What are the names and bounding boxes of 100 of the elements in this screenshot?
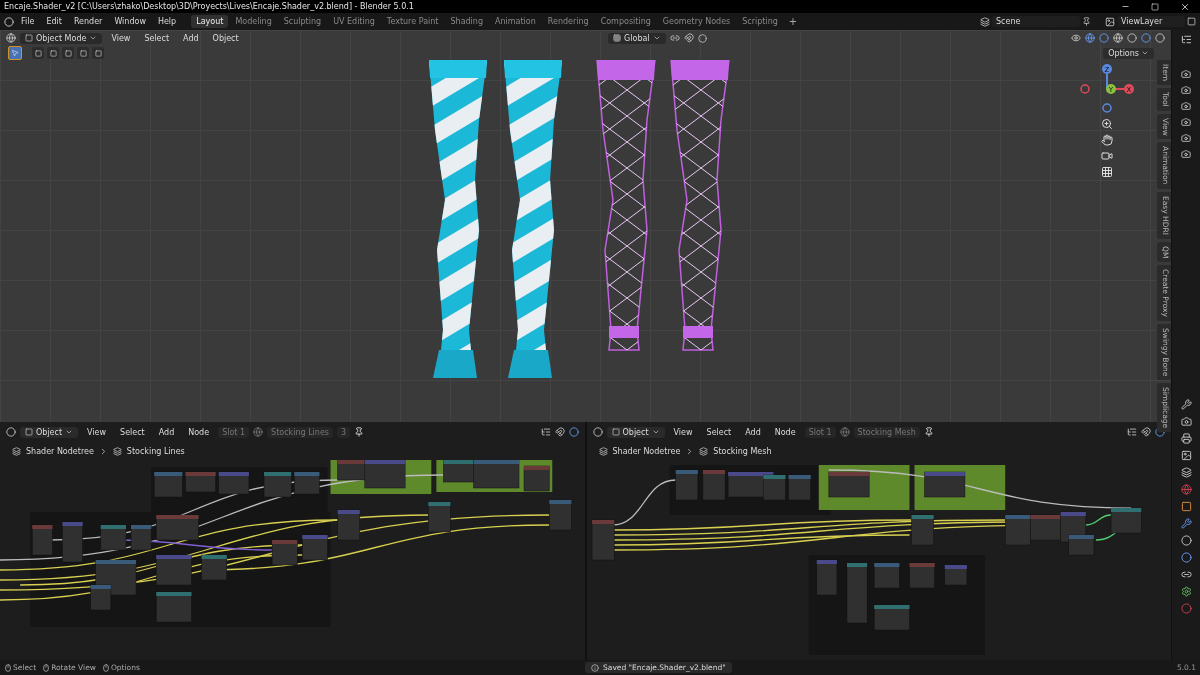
scene-icon[interactable] [980,16,990,27]
output-icon[interactable] [1180,433,1192,444]
mode-dropdown[interactable]: Object Mode [20,32,103,44]
object-dropdown[interactable]: Object [20,426,79,438]
node[interactable] [185,471,216,493]
workspace-tab[interactable]: Compositing [595,15,656,28]
node[interactable] [910,514,934,546]
node[interactable] [816,559,837,596]
node[interactable] [873,562,900,589]
user-count[interactable]: 3 [337,426,351,438]
node[interactable] [873,604,910,631]
parent-icon[interactable] [1127,427,1137,437]
object-icon[interactable] [1180,501,1192,512]
workspace-tab[interactable]: Sculpting [278,15,327,28]
node-tree-icon[interactable] [112,446,122,456]
selection-mode-icon[interactable] [77,47,89,59]
workspace-tab[interactable]: Scripting [737,15,783,28]
pin-icon[interactable] [354,427,365,437]
workspace-tab[interactable]: UV Editing [328,15,380,28]
workspace-tab[interactable]: Modeling [230,15,277,28]
add-workspace-button[interactable]: + [784,16,802,27]
node[interactable] [100,524,127,551]
camera-icon[interactable] [1181,101,1191,111]
workspace-tab[interactable]: Texture Paint [381,15,444,28]
node[interactable] [62,521,83,563]
node-tree-icon[interactable] [598,446,608,456]
node[interactable] [473,460,520,489]
node[interactable] [787,474,811,501]
node[interactable] [923,471,965,498]
camera-icon[interactable] [1181,85,1191,95]
breadcrumb-item[interactable]: Shader Nodetree [612,446,681,456]
node[interactable] [1004,514,1031,546]
menu-item[interactable]: Add [178,33,204,43]
node[interactable] [828,471,869,498]
node[interactable] [218,471,250,495]
menu-item[interactable]: Node [769,427,801,437]
node[interactable] [302,534,328,561]
node[interactable] [1067,534,1094,556]
menu-item[interactable]: Select [139,33,175,43]
node[interactable] [155,514,199,541]
node[interactable] [155,591,192,623]
snap-icon[interactable] [1141,427,1151,437]
node[interactable] [702,469,725,501]
breadcrumb-item[interactable]: Stocking Mesh [713,446,772,456]
node[interactable] [155,554,192,586]
scene-icon[interactable] [1180,467,1192,478]
snap-icon[interactable] [554,427,565,437]
pin-icon[interactable] [923,427,934,437]
node[interactable] [337,509,360,541]
workspace-tab[interactable]: Rendering [542,15,594,28]
breadcrumb-item[interactable]: Stocking Lines [126,446,185,456]
menu-item[interactable]: Object [207,33,244,43]
object-dropdown[interactable]: Object [606,426,665,438]
copy-icon[interactable] [1187,17,1196,26]
node[interactable] [443,460,474,483]
workspace-tab[interactable]: Layout [191,15,229,28]
orientation-dropdown[interactable]: Global [608,32,666,44]
node-tree-icon[interactable] [699,446,709,456]
menu-item[interactable]: Help [152,17,182,26]
node[interactable] [428,501,451,533]
link-icon[interactable] [669,33,680,43]
menu-item[interactable]: Node [183,427,215,437]
camera-icon[interactable] [1181,149,1191,159]
selection-mode-icon[interactable] [92,47,104,59]
view-layer-icon[interactable] [1180,450,1192,461]
selection-mode-icon[interactable] [47,47,59,59]
view-layer-field[interactable]: ViewLayer [1117,16,1185,27]
outliner-icon[interactable] [1180,34,1192,45]
negative-x-axis-handle[interactable] [1080,84,1090,94]
node[interactable] [591,519,614,561]
scene-field[interactable]: Scene [992,16,1080,27]
view-layer-icon[interactable] [1105,16,1115,27]
node[interactable] [364,460,406,489]
world-icon[interactable] [1180,484,1192,495]
camera-icon[interactable] [1101,150,1113,162]
camera-icon[interactable] [1181,117,1191,127]
menu-item[interactable]: File [16,17,40,26]
node[interactable] [549,499,572,531]
menu-item[interactable]: View [82,427,112,437]
pin-icon[interactable] [1082,17,1091,26]
material-field[interactable]: Stocking Mesh [853,426,920,438]
render-icon[interactable] [1180,416,1192,427]
material-field[interactable]: Stocking Lines [267,426,333,438]
node[interactable] [153,471,183,498]
negative-z-axis-handle[interactable] [1102,103,1112,113]
node[interactable] [846,562,867,624]
camera-icon[interactable] [1181,133,1191,143]
node[interactable] [1029,514,1061,541]
magnet-icon[interactable] [683,33,694,43]
workspace-tab[interactable]: Animation [490,15,541,28]
node[interactable] [271,539,298,566]
slot-dropdown[interactable]: Slot 1 [804,426,836,438]
node[interactable] [523,465,550,492]
menu-item[interactable]: Select [115,427,150,437]
menu-item[interactable]: View [668,427,698,437]
selection-mode-icon[interactable] [62,47,74,59]
menu-item[interactable]: Add [740,427,766,437]
parent-icon[interactable] [540,427,551,437]
options-dropdown[interactable]: Options [1103,47,1154,59]
menu-item[interactable]: Add [153,427,180,437]
